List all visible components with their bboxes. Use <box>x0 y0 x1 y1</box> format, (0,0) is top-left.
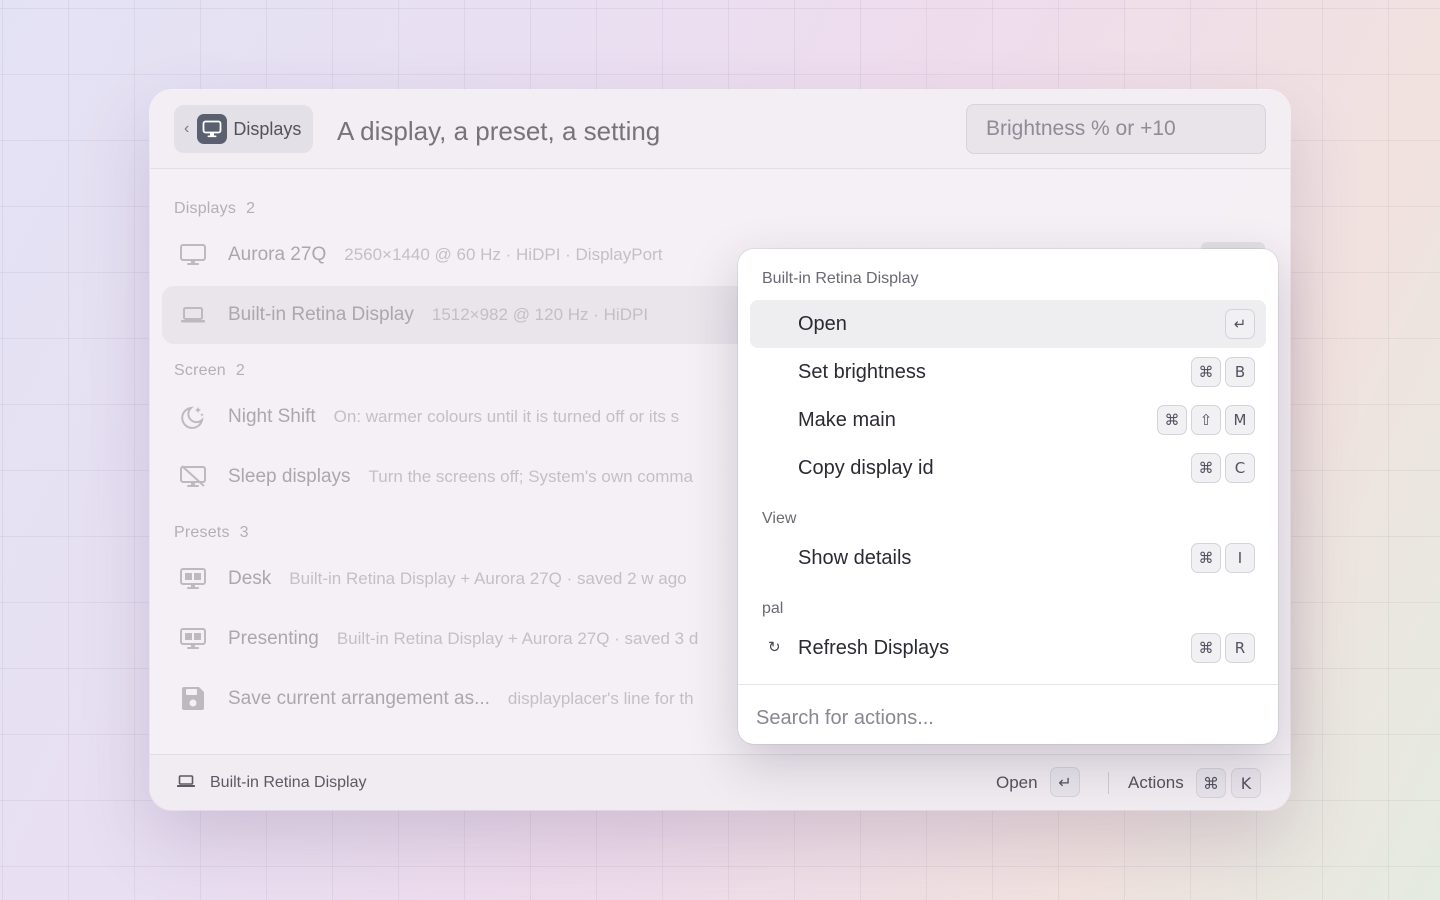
footer-bar: Built-in Retina Display Open ↵ Actions ⌘… <box>150 754 1290 810</box>
item-title: Desk <box>228 568 272 589</box>
section-count: 2 <box>246 200 256 217</box>
breadcrumb-displays[interactable]: ‹ Displays <box>174 105 314 153</box>
action-label: Make main <box>798 409 896 431</box>
action-open[interactable]: Open ↵ <box>750 300 1266 348</box>
key-cmd: ⌘ <box>1191 357 1221 387</box>
actions-panel-divider <box>738 684 1278 685</box>
item-subtitle: On: warmer colours until it is turned of… <box>333 407 680 426</box>
item-subtitle: 2560×1440 @ 60 Hz · HiDPI · DisplayPort <box>344 245 663 264</box>
header: ‹ Displays Brightness % or +10 <box>150 90 1290 169</box>
action-shortcut: ⌘ C <box>1191 453 1255 483</box>
footer-actions-key-k: K <box>1231 768 1261 798</box>
footer-open-button[interactable]: Open <box>996 773 1038 793</box>
refresh-icon: ↻ <box>768 639 781 656</box>
item-title: Built-in Retina Display <box>228 304 414 325</box>
section-label: Displays <box>174 200 237 217</box>
section-label: Screen <box>174 362 226 379</box>
action-make-main[interactable]: Make main ⌘ ⇧ M <box>750 396 1266 444</box>
action-set-brightness[interactable]: Set brightness ⌘ B <box>750 348 1266 396</box>
section-header-screen: Screen 2 <box>174 362 245 380</box>
action-label: Show details <box>798 547 912 569</box>
monitor-icon <box>178 240 208 270</box>
item-title: Night Shift <box>228 406 316 427</box>
key-shift: ⇧ <box>1191 405 1221 435</box>
key-cmd: ⌘ <box>1191 543 1221 573</box>
save-icon <box>178 684 208 714</box>
preset-icon <box>178 624 208 654</box>
section-count: 3 <box>239 524 249 541</box>
action-shortcut: ⌘ R <box>1191 633 1255 663</box>
item-subtitle: displayplacer's line for th <box>507 689 694 708</box>
footer-selected-name: Built-in Retina Display <box>210 774 367 791</box>
action-copy-display-id[interactable]: Copy display id ⌘ C <box>750 444 1266 492</box>
footer-actions-key-cmd: ⌘ <box>1196 768 1226 798</box>
action-shortcut: ⌘ I <box>1191 543 1255 573</box>
key-c: C <box>1225 453 1255 483</box>
action-label: Refresh Displays <box>798 637 950 659</box>
breadcrumb-label: Displays <box>233 118 302 139</box>
actions-panel: Built-in Retina Display Open ↵ Set brigh… <box>738 249 1278 744</box>
back-chevron-icon[interactable]: ‹ <box>184 120 189 138</box>
item-subtitle: Built-in Retina Display + Aurora 27Q · s… <box>289 569 687 588</box>
key-i: I <box>1225 543 1255 573</box>
search-input[interactable] <box>337 114 937 148</box>
laptop-icon <box>178 300 208 330</box>
item-subtitle: Turn the screens off; System's own comma <box>368 467 694 486</box>
key-enter: ↵ <box>1225 309 1255 339</box>
preset-icon <box>178 564 208 594</box>
key-r: R <box>1225 633 1255 663</box>
item-title: Sleep displays <box>228 466 351 487</box>
key-cmd: ⌘ <box>1191 453 1221 483</box>
item-title: Save current arrangement as... <box>228 688 490 709</box>
footer-actions-button[interactable]: Actions <box>1128 773 1184 793</box>
section-header-displays: Displays 2 <box>174 200 255 218</box>
section-header-presets: Presets 3 <box>174 524 249 542</box>
group-label-pal: pal <box>762 600 784 617</box>
actions-search-input[interactable] <box>756 704 1256 732</box>
item-subtitle: 1512×982 @ 120 Hz · HiDPI <box>431 305 649 324</box>
item-title: Presenting <box>228 628 319 649</box>
group-label-view: View <box>762 510 797 527</box>
action-show-details[interactable]: Show details ⌘ I <box>750 534 1266 582</box>
action-label: Copy display id <box>798 457 934 479</box>
displays-command-icon <box>197 114 228 144</box>
key-b: B <box>1225 357 1255 387</box>
footer-open-key: ↵ <box>1050 767 1080 797</box>
footer-divider <box>1108 772 1109 794</box>
key-cmd: ⌘ <box>1191 633 1221 663</box>
action-shortcut: ⌘ B <box>1191 357 1255 387</box>
item-title: Aurora 27Q <box>228 244 327 265</box>
key-m: M <box>1225 405 1255 435</box>
section-label: Presets <box>174 524 230 541</box>
display-off-icon <box>178 462 208 492</box>
moon-stars-icon <box>178 402 208 432</box>
key-cmd: ⌘ <box>1157 405 1187 435</box>
item-subtitle: Built-in Retina Display + Aurora 27Q · s… <box>336 629 699 648</box>
argument-input[interactable]: Brightness % or +10 <box>966 104 1266 154</box>
section-count: 2 <box>235 362 246 379</box>
action-shortcut: ⌘ ⇧ M <box>1157 405 1255 435</box>
action-label: Set brightness <box>798 361 926 383</box>
actions-panel-title: Built-in Retina Display <box>762 270 919 287</box>
laptop-icon <box>176 773 196 796</box>
action-label: Open <box>798 313 847 335</box>
action-shortcut: ↵ <box>1225 309 1255 339</box>
action-refresh-displays[interactable]: ↻ Refresh Displays ⌘ R <box>750 624 1266 672</box>
